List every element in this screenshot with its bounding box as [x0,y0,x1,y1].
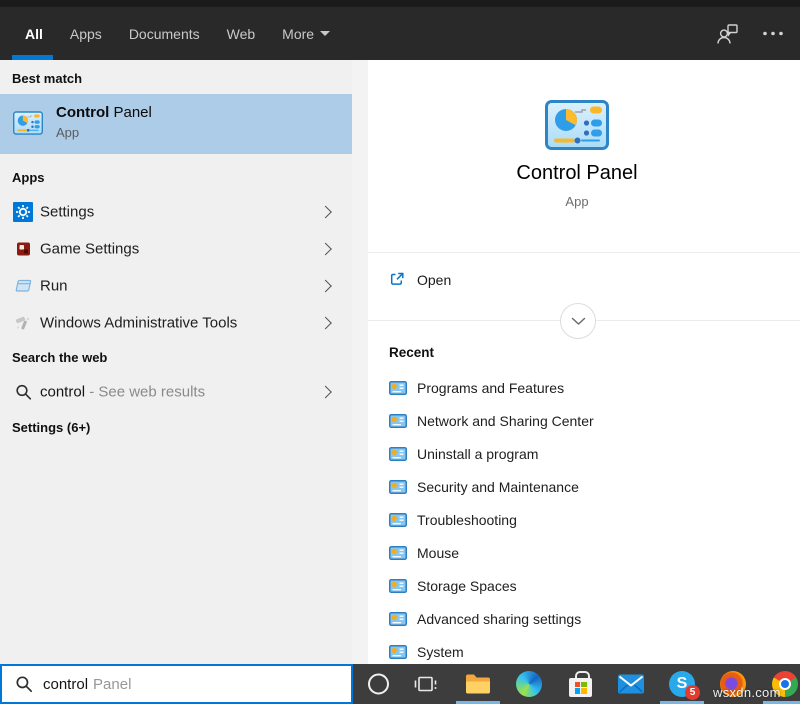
app-row-settings[interactable]: Settings [0,193,352,230]
open-button[interactable]: Open [368,253,800,311]
control-panel-mini-icon [389,579,407,593]
search-suggestion-text: Panel [93,676,131,693]
settings-gear-icon [12,202,34,222]
app-title: Control Panel [368,162,786,185]
feedback-icon[interactable] [716,23,740,45]
skype-notification-badge: 5 [685,685,700,700]
search-typed-text: control [43,676,88,693]
recent-item[interactable]: Uninstall a program [368,437,786,470]
control-panel-icon-large [368,100,786,150]
best-match-row[interactable]: Control Panel App [0,94,352,154]
app-subtitle: App [368,194,786,209]
tab-more[interactable]: More [282,26,330,42]
search-web-header: Search the web [12,350,107,365]
control-panel-mini-icon [389,546,407,560]
tab-documents[interactable]: Documents [129,26,200,42]
recent-item[interactable]: Storage Spaces [368,569,786,602]
taskbar: S 5 wsxdn.com [353,664,800,704]
best-match-header: Best match [12,71,82,86]
control-panel-mini-icon [389,513,407,527]
admin-tools-icon [12,315,34,331]
recent-item[interactable]: Security and Maintenance [368,470,786,503]
tab-all[interactable]: All [25,26,43,42]
chevron-right-icon [319,385,332,398]
search-icon [12,383,34,400]
task-view-icon[interactable] [414,676,437,693]
watermark: wsxdn.com [713,685,781,700]
search-filter-tabs: All Apps Documents Web More [25,7,330,60]
tab-web[interactable]: Web [227,26,256,42]
settings-header: Settings (6+) [12,420,90,435]
search-web-row[interactable]: control - See web results [0,374,352,409]
recent-item[interactable]: Troubleshooting [368,503,786,536]
control-panel-mini-icon [389,447,407,461]
search-icon [15,675,33,693]
recent-item[interactable]: Programs and Features [368,371,786,404]
launch-icon [389,271,405,287]
store-icon[interactable] [569,671,592,697]
control-panel-mini-icon [389,381,407,395]
edge-icon[interactable] [516,671,542,697]
results-panel: Best match Control Panel App Apps Settin… [0,60,352,664]
control-panel-mini-icon [389,480,407,494]
web-suffix: - See web results [85,383,205,400]
recent-item[interactable]: Network and Sharing Center [368,404,786,437]
app-row-admin-tools[interactable]: Windows Administrative Tools [0,304,352,341]
apps-header: Apps [12,170,45,185]
recent-header: Recent [389,345,434,360]
tab-apps[interactable]: Apps [70,26,102,42]
web-query: control [40,383,85,400]
chevron-down-icon [320,31,330,36]
chevron-right-icon [319,242,332,255]
recent-list: Programs and Features Network and Sharin… [368,371,786,668]
chevron-right-icon [319,316,332,329]
recent-item[interactable]: Mouse [368,536,786,569]
file-explorer-icon[interactable] [465,674,491,695]
panel-gutter [352,60,368,664]
best-match-type: App [56,125,79,140]
app-hero: Control Panel App [368,60,786,209]
app-row-game-settings[interactable]: Game Settings [0,230,352,267]
more-options-icon[interactable] [762,31,784,36]
chevron-right-icon [319,279,332,292]
window-top-edge [0,0,800,7]
control-panel-mini-icon [389,645,407,659]
control-panel-mini-icon [389,414,407,428]
run-icon [12,279,34,292]
app-row-run[interactable]: Run [0,267,352,304]
search-input[interactable]: control Panel [0,664,353,704]
chevron-right-icon [319,205,332,218]
chevron-down-icon [571,317,586,326]
preview-panel: Control Panel App Open Recent Programs a… [368,60,800,664]
best-match-title: Control Panel [56,104,152,121]
control-panel-icon [13,111,43,135]
mail-icon[interactable] [618,675,644,694]
game-settings-icon [12,242,34,255]
recent-item[interactable]: Advanced sharing settings [368,602,786,635]
expand-button[interactable] [560,303,596,339]
cortana-icon[interactable] [368,674,389,695]
control-panel-mini-icon [389,612,407,626]
search-header-bar: All Apps Documents Web More [0,0,800,60]
skype-icon[interactable]: S 5 [669,671,695,697]
